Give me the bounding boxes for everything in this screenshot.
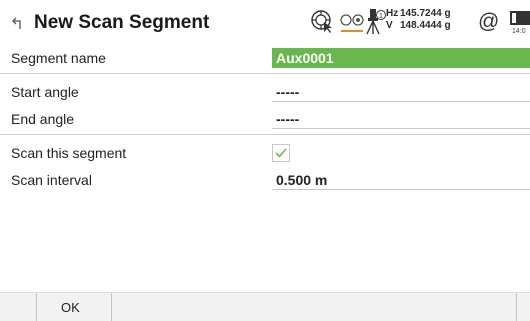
start-angle-field[interactable]: ----- <box>272 82 530 102</box>
softkey-bar: OK <box>0 292 530 321</box>
divider <box>0 134 530 135</box>
hz-value: 145.7244 g <box>400 8 451 19</box>
scan-this-segment-checkbox[interactable] <box>272 144 290 162</box>
segment-name-row: Segment name Aux0001 <box>0 46 530 70</box>
start-angle-value: ----- <box>276 84 300 100</box>
station-number: 1 <box>379 13 383 20</box>
softkey-divider <box>516 293 517 321</box>
end-angle-row: End angle ----- <box>0 107 530 131</box>
ok-button-label: OK <box>61 300 80 315</box>
target-icon[interactable] <box>309 8 335 34</box>
angle-readout: Hz 145.7244 g V 148.4444 g <box>386 8 451 32</box>
scan-interval-label: Scan interval <box>11 172 92 188</box>
divider <box>0 73 530 74</box>
segment-name-field[interactable]: Aux0001 <box>272 48 530 68</box>
return-arrow-icon[interactable] <box>10 15 26 31</box>
start-angle-row: Start angle ----- <box>0 80 530 104</box>
at-icon[interactable]: @ <box>478 10 499 34</box>
end-angle-field[interactable]: ----- <box>272 109 530 129</box>
clock-text: 14:0 <box>512 28 526 35</box>
page-title: New Scan Segment <box>34 12 210 33</box>
scan-interval-field[interactable]: 0.500 m <box>272 170 530 190</box>
scan-interval-value: 0.500 m <box>276 172 328 188</box>
scan-this-segment-row: Scan this segment <box>0 141 530 165</box>
scan-this-segment-label: Scan this segment <box>11 145 127 161</box>
hz-label: Hz <box>386 8 399 19</box>
segment-name-label: Segment name <box>11 50 106 66</box>
title-bar: New Scan Segment 1 Hz 145.7244 g V 148.444… <box>0 0 530 44</box>
battery-icon[interactable] <box>510 9 530 27</box>
segment-name-value: Aux0001 <box>276 50 334 66</box>
end-angle-label: End angle <box>11 111 75 127</box>
v-value: 148.4444 g <box>400 20 451 31</box>
scan-interval-row: Scan interval 0.500 m <box>0 168 530 192</box>
tripod-station-icon[interactable]: 1 <box>362 6 386 36</box>
start-angle-label: Start angle <box>11 84 79 100</box>
v-label: V <box>386 20 393 31</box>
ok-button[interactable]: OK <box>36 293 112 321</box>
end-angle-value: ----- <box>276 111 300 127</box>
